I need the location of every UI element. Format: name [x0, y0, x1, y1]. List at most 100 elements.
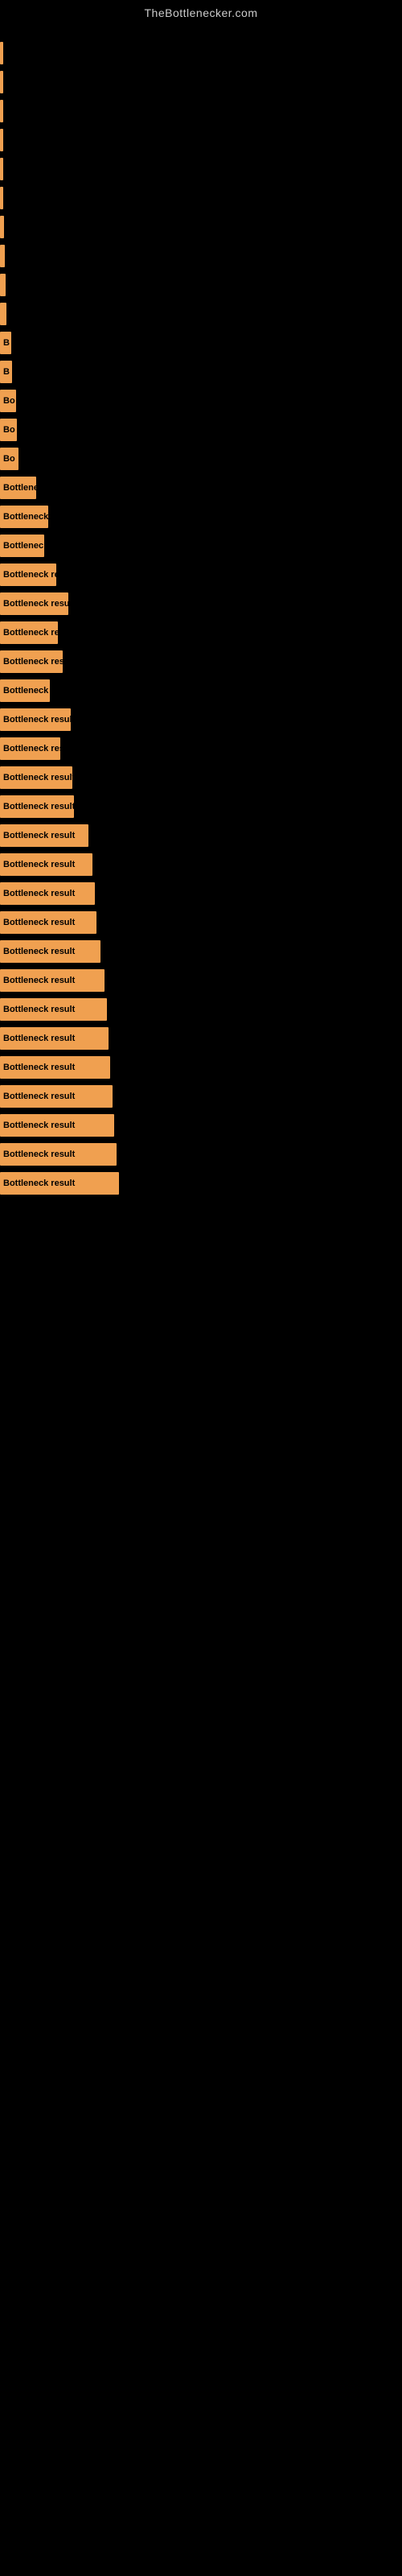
result-bar: Bottleneck result [0, 882, 95, 905]
bar-row: Bottleneck result [0, 1082, 402, 1111]
bar-row [0, 299, 402, 328]
bar-label: Bottleneck resu [3, 657, 63, 667]
result-bar: Bo [0, 390, 16, 412]
bar-label: Bottleneck result [3, 1005, 75, 1014]
bar-row [0, 270, 402, 299]
result-bar: Bottleneck res [0, 564, 56, 586]
bar-row: Bottlenec [0, 531, 402, 560]
bar-label: Bo [3, 425, 15, 435]
bar-row: Bottleneck r [0, 502, 402, 531]
bar-row: Bottleneck result [0, 1053, 402, 1082]
bar-label: Bo [3, 396, 15, 406]
bar-label: B [3, 367, 10, 377]
bar-label: Bottleneck result [3, 1150, 75, 1159]
bar-row: Bottleneck result [0, 908, 402, 937]
result-bar [0, 158, 3, 180]
bar-row: Bo [0, 386, 402, 415]
result-bar: Bottleneck result [0, 795, 74, 818]
bar-row [0, 213, 402, 242]
bar-label: Bottlene [3, 483, 36, 493]
bar-row: Bottleneck result [0, 937, 402, 966]
result-bar: Bottleneck r [0, 679, 50, 702]
bar-label: Bottleneck res [3, 628, 58, 638]
bar-row: Bottleneck result [0, 589, 402, 618]
result-bar: Bottleneck result [0, 1172, 119, 1195]
bar-row [0, 184, 402, 213]
bar-row: Bottleneck res [0, 560, 402, 589]
site-title: TheBottlenecker.com [0, 0, 402, 23]
bar-label: Bottleneck res [3, 570, 56, 580]
bar-label: Bottlenec [3, 541, 43, 551]
result-bar [0, 71, 3, 93]
bar-row: Bottleneck result [0, 705, 402, 734]
bar-row: Bottleneck result [0, 792, 402, 821]
bar-row [0, 155, 402, 184]
result-bar: Bottleneck result [0, 824, 88, 847]
result-bar: Bottleneck resu [0, 650, 63, 673]
bar-row: Bottleneck result [0, 995, 402, 1024]
bar-label: Bottleneck result [3, 1063, 75, 1072]
bar-row: Bottleneck result [0, 1169, 402, 1198]
result-bar: Bottleneck result [0, 911, 96, 934]
bar-label: Bottleneck result [3, 1121, 75, 1130]
bar-row: Bottleneck result [0, 821, 402, 850]
bar-label: Bottleneck result [3, 1179, 75, 1188]
bar-row: Bottleneck res [0, 734, 402, 763]
result-bar: Bo [0, 419, 17, 441]
result-bar: Bottleneck res [0, 737, 60, 760]
result-bar [0, 187, 3, 209]
bar-label: Bottleneck result [3, 889, 75, 898]
bar-row: B [0, 328, 402, 357]
result-bar: Bottleneck result [0, 766, 72, 789]
bar-row: Bo [0, 415, 402, 444]
bar-row: Bottleneck result [0, 966, 402, 995]
bar-row: Bottleneck result [0, 1140, 402, 1169]
result-bar [0, 100, 3, 122]
bar-label: Bottleneck r [3, 512, 48, 522]
bar-label: Bo [3, 454, 15, 464]
result-bar: Bo [0, 448, 18, 470]
result-bar: Bottleneck res [0, 621, 58, 644]
result-bar [0, 274, 6, 296]
result-bar: Bottlenec [0, 535, 44, 557]
bar-row [0, 97, 402, 126]
result-bar: Bottleneck result [0, 1143, 117, 1166]
result-bar: Bottleneck result [0, 853, 92, 876]
result-bar: Bottleneck result [0, 1027, 109, 1050]
bar-row [0, 242, 402, 270]
result-bar: Bottlene [0, 477, 36, 499]
bar-label: Bottleneck result [3, 918, 75, 927]
result-bar [0, 216, 4, 238]
bar-row: B [0, 357, 402, 386]
bar-label: Bottleneck result [3, 1034, 75, 1043]
result-bar: Bottleneck result [0, 940, 100, 963]
bar-row [0, 68, 402, 97]
bar-label: Bottleneck res [3, 744, 60, 753]
result-bar: Bottleneck result [0, 998, 107, 1021]
bar-row: Bo [0, 444, 402, 473]
bar-label: B [3, 338, 10, 348]
result-bar: Bottleneck result [0, 592, 68, 615]
bar-label: Bottleneck result [3, 976, 75, 985]
result-bar: Bottleneck result [0, 1056, 110, 1079]
result-bar [0, 245, 5, 267]
bar-row: Bottleneck result [0, 1024, 402, 1053]
bar-label: Bottleneck result [3, 947, 75, 956]
result-bar: Bottleneck result [0, 969, 105, 992]
bar-label: Bottleneck result [3, 831, 75, 840]
result-bar: Bottleneck result [0, 708, 71, 731]
bar-label: Bottleneck r [3, 686, 50, 696]
bar-row: Bottleneck result [0, 879, 402, 908]
result-bar [0, 129, 3, 151]
result-bar: B [0, 332, 11, 354]
bar-label: Bottleneck result [3, 599, 68, 609]
result-bar: Bottleneck result [0, 1114, 114, 1137]
bar-label: Bottleneck result [3, 802, 74, 811]
bar-label: Bottleneck result [3, 773, 72, 782]
bar-row [0, 126, 402, 155]
bar-row: Bottleneck result [0, 850, 402, 879]
result-bar: B [0, 361, 12, 383]
bar-row: Bottleneck result [0, 1111, 402, 1140]
result-bar: Bottleneck result [0, 1085, 113, 1108]
bars-container: B B Bo Bo Bo Bottlene Bottleneck r Bottlenec Bot… [0, 23, 402, 1198]
